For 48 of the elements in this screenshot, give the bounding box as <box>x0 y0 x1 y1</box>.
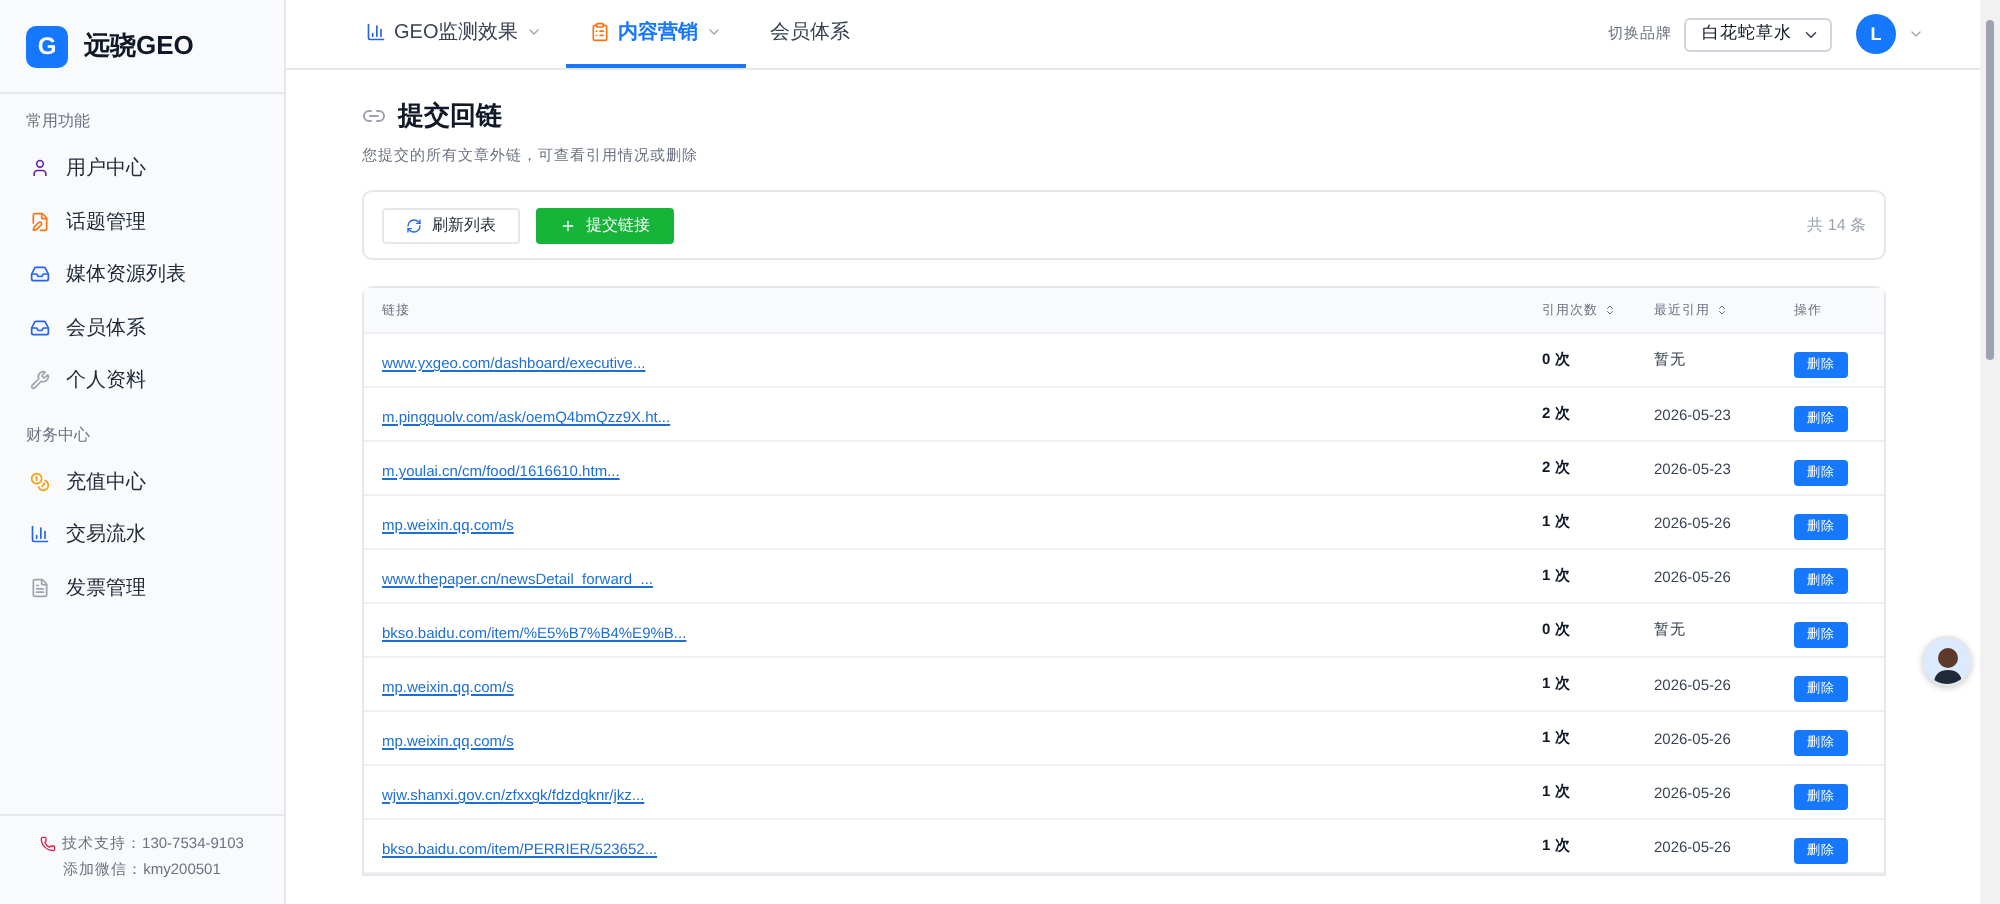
refresh-button[interactable]: 刷新列表 <box>382 207 520 243</box>
menu-icon <box>30 317 50 338</box>
menu-icon <box>30 370 50 391</box>
scrollbar[interactable] <box>1980 0 2000 904</box>
sidebar-item-label: 交易流水 <box>66 521 146 549</box>
brand-select[interactable]: 白花蛇草水 <box>1684 17 1832 51</box>
sidebar-item-label: 媒体资源列表 <box>66 261 186 289</box>
sidebar-item[interactable]: 交易流水 <box>0 508 284 561</box>
nav-tab[interactable]: 会员体系 <box>746 0 875 68</box>
tab-icon <box>590 22 611 42</box>
sidebar-item[interactable]: 充值中心 <box>0 455 284 508</box>
sidebar-item[interactable]: 会员体系 <box>0 301 284 354</box>
sidebar-item-label: 个人资料 <box>66 367 146 395</box>
sidebar-item[interactable]: 用户中心 <box>0 142 284 195</box>
menu-icon <box>30 524 50 545</box>
sidebar-item-label: 发票管理 <box>66 575 146 602</box>
sidebar-item-label: 充值中心 <box>66 469 146 496</box>
menu-icon <box>30 471 50 492</box>
plus-icon <box>560 217 576 233</box>
sidebar-item-label: 话题管理 <box>66 209 146 236</box>
sidebar-item[interactable]: 发票管理 <box>0 561 284 614</box>
caret-icon <box>526 24 543 40</box>
section-title: 常用功能 <box>24 110 92 134</box>
menu-icon <box>30 264 50 285</box>
user-avatar[interactable]: L <box>1856 14 1896 54</box>
menu-icon <box>30 158 50 179</box>
nav-tab[interactable]: 内容营销 <box>566 0 747 68</box>
app-name: 远骁GEO <box>84 28 194 64</box>
refresh-icon <box>406 217 422 233</box>
phone-icon <box>40 836 57 852</box>
nav-tab[interactable]: GEO监测效果 <box>342 0 567 68</box>
link-icon <box>362 104 386 128</box>
menu-icon <box>30 577 50 598</box>
caret-icon[interactable] <box>1908 26 1924 42</box>
logo-mark: G <box>26 25 68 67</box>
caret-icon <box>706 24 723 40</box>
page-title: 提交回链 <box>398 98 502 134</box>
sidebar-item[interactable]: 个人资料 <box>0 354 284 407</box>
menu-icon <box>30 211 50 232</box>
section-title: 财务中心 <box>24 423 92 447</box>
sidebar-item[interactable]: 媒体资源列表 <box>0 248 284 301</box>
total-count: 共 14 条 <box>1807 214 1866 236</box>
submit-link-button[interactable]: 提交链接 <box>536 207 674 243</box>
sidebar-item-label: 会员体系 <box>66 315 146 342</box>
assistant-avatar[interactable] <box>1922 636 1972 686</box>
tab-icon <box>366 22 386 42</box>
sidebar-item-label: 用户中心 <box>66 155 146 183</box>
sidebar-item[interactable]: 话题管理 <box>0 195 284 248</box>
